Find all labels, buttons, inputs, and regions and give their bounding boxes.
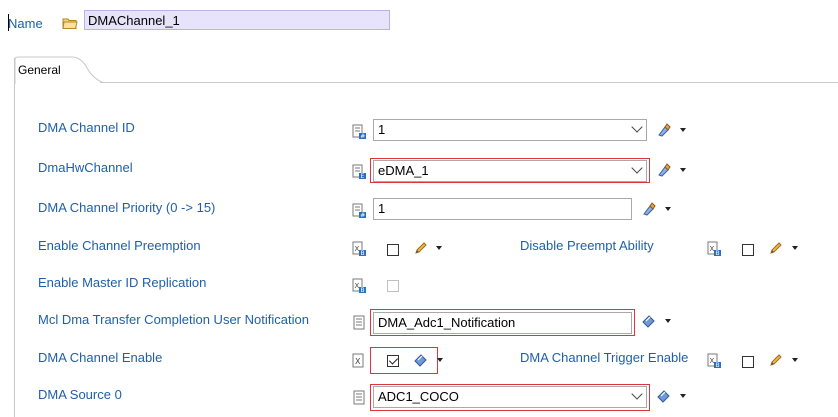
link-dropdown-icon[interactable] [680, 168, 686, 172]
name-label: Name [8, 16, 43, 31]
link-dropdown-icon[interactable] [680, 394, 686, 398]
edit-dropdown-icon[interactable] [792, 246, 798, 250]
svg-text:X: X [355, 357, 361, 366]
boolean-param-icon: X [351, 353, 367, 369]
chevron-down-icon[interactable] [631, 121, 643, 133]
name-input[interactable]: DMAChannel_1 [84, 10, 390, 30]
svg-text:X: X [710, 245, 715, 253]
dma-channel-trigger-enable-label: DMA Channel Trigger Enable [520, 350, 689, 365]
svg-text:B: B [716, 362, 720, 369]
dma-channel-priority-label: DMA Channel Priority (0 -> 15) [38, 200, 216, 215]
enum-param-icon: E [351, 164, 367, 180]
dma-channel-id-value: 1 [378, 122, 386, 137]
dma-channel-trigger-enable-checkbox[interactable] [742, 356, 754, 368]
disable-preempt-ability-label: Disable Preempt Ability [520, 238, 654, 253]
svg-text:#: # [360, 133, 365, 140]
tab-divider [100, 82, 838, 83]
string-param-icon [351, 315, 367, 331]
link-dropdown-icon[interactable] [437, 358, 443, 362]
svg-text:B: B [361, 250, 365, 257]
dma-channel-id-combo[interactable]: 1 [373, 119, 647, 141]
svg-text:X: X [355, 245, 360, 253]
dma-channel-enable-label: DMA Channel Enable [38, 350, 163, 365]
link-icon[interactable] [641, 201, 657, 217]
chevron-down-icon[interactable] [631, 388, 643, 400]
link-icon[interactable] [641, 313, 657, 329]
link-icon[interactable] [656, 388, 672, 404]
svg-text:E: E [361, 173, 365, 180]
svg-text:B: B [716, 250, 720, 257]
tab-border [14, 58, 15, 417]
edit-pencil-icon[interactable] [768, 352, 784, 368]
transfer-completion-notification-label: Mcl Dma Transfer Completion User Notific… [38, 312, 309, 327]
dma-source-0-value: ADC1_COCO [378, 389, 459, 404]
integer-param-icon: # [351, 203, 367, 219]
edit-dropdown-icon[interactable] [792, 358, 798, 362]
dma-hw-channel-label: DmaHwChannel [38, 160, 133, 175]
dma-source-0-label: DMA Source 0 [38, 387, 122, 402]
disable-preempt-ability-checkbox[interactable] [742, 244, 754, 256]
link-icon[interactable] [656, 162, 672, 178]
svg-text:X: X [355, 282, 360, 290]
edit-pencil-icon[interactable] [413, 240, 429, 256]
transfer-completion-notification-input[interactable]: DMA_Adc1_Notification [373, 312, 632, 334]
enable-master-id-replication-checkbox[interactable] [387, 280, 399, 292]
string-param-icon [351, 390, 367, 406]
link-dropdown-icon[interactable] [665, 319, 671, 323]
boolean-param-icon: XB [351, 241, 367, 257]
link-dropdown-icon[interactable] [665, 207, 671, 211]
edit-pencil-icon[interactable] [768, 240, 784, 256]
boolean-param-icon: XB [706, 241, 722, 257]
dma-channel-priority-input[interactable]: 1 [373, 198, 632, 220]
dma-hw-channel-combo[interactable]: eDMA_1 [373, 160, 647, 182]
boolean-param-icon: XB [706, 353, 722, 369]
integer-param-icon: # [351, 124, 367, 140]
edit-dropdown-icon[interactable] [436, 246, 442, 250]
dma-channel-enable-checkbox[interactable] [387, 355, 399, 367]
link-icon[interactable] [656, 122, 672, 138]
link-dropdown-icon[interactable] [680, 128, 686, 132]
enable-channel-preemption-label: Enable Channel Preemption [38, 238, 201, 253]
link-icon[interactable] [413, 352, 429, 368]
enable-master-id-replication-label: Enable Master ID Replication [38, 275, 207, 290]
boolean-param-icon: XB [351, 278, 367, 294]
svg-text:X: X [710, 357, 715, 365]
folder-icon [62, 16, 78, 30]
svg-text:#: # [360, 212, 365, 219]
dma-channel-id-label: DMA Channel ID [38, 120, 135, 135]
enable-channel-preemption-checkbox[interactable] [387, 244, 399, 256]
svg-text:B: B [361, 287, 365, 294]
dma-source-0-combo[interactable]: ADC1_COCO [373, 386, 647, 408]
tab-general-label: General [18, 63, 61, 77]
dma-hw-channel-value: eDMA_1 [378, 163, 429, 178]
chevron-down-icon[interactable] [631, 162, 643, 174]
